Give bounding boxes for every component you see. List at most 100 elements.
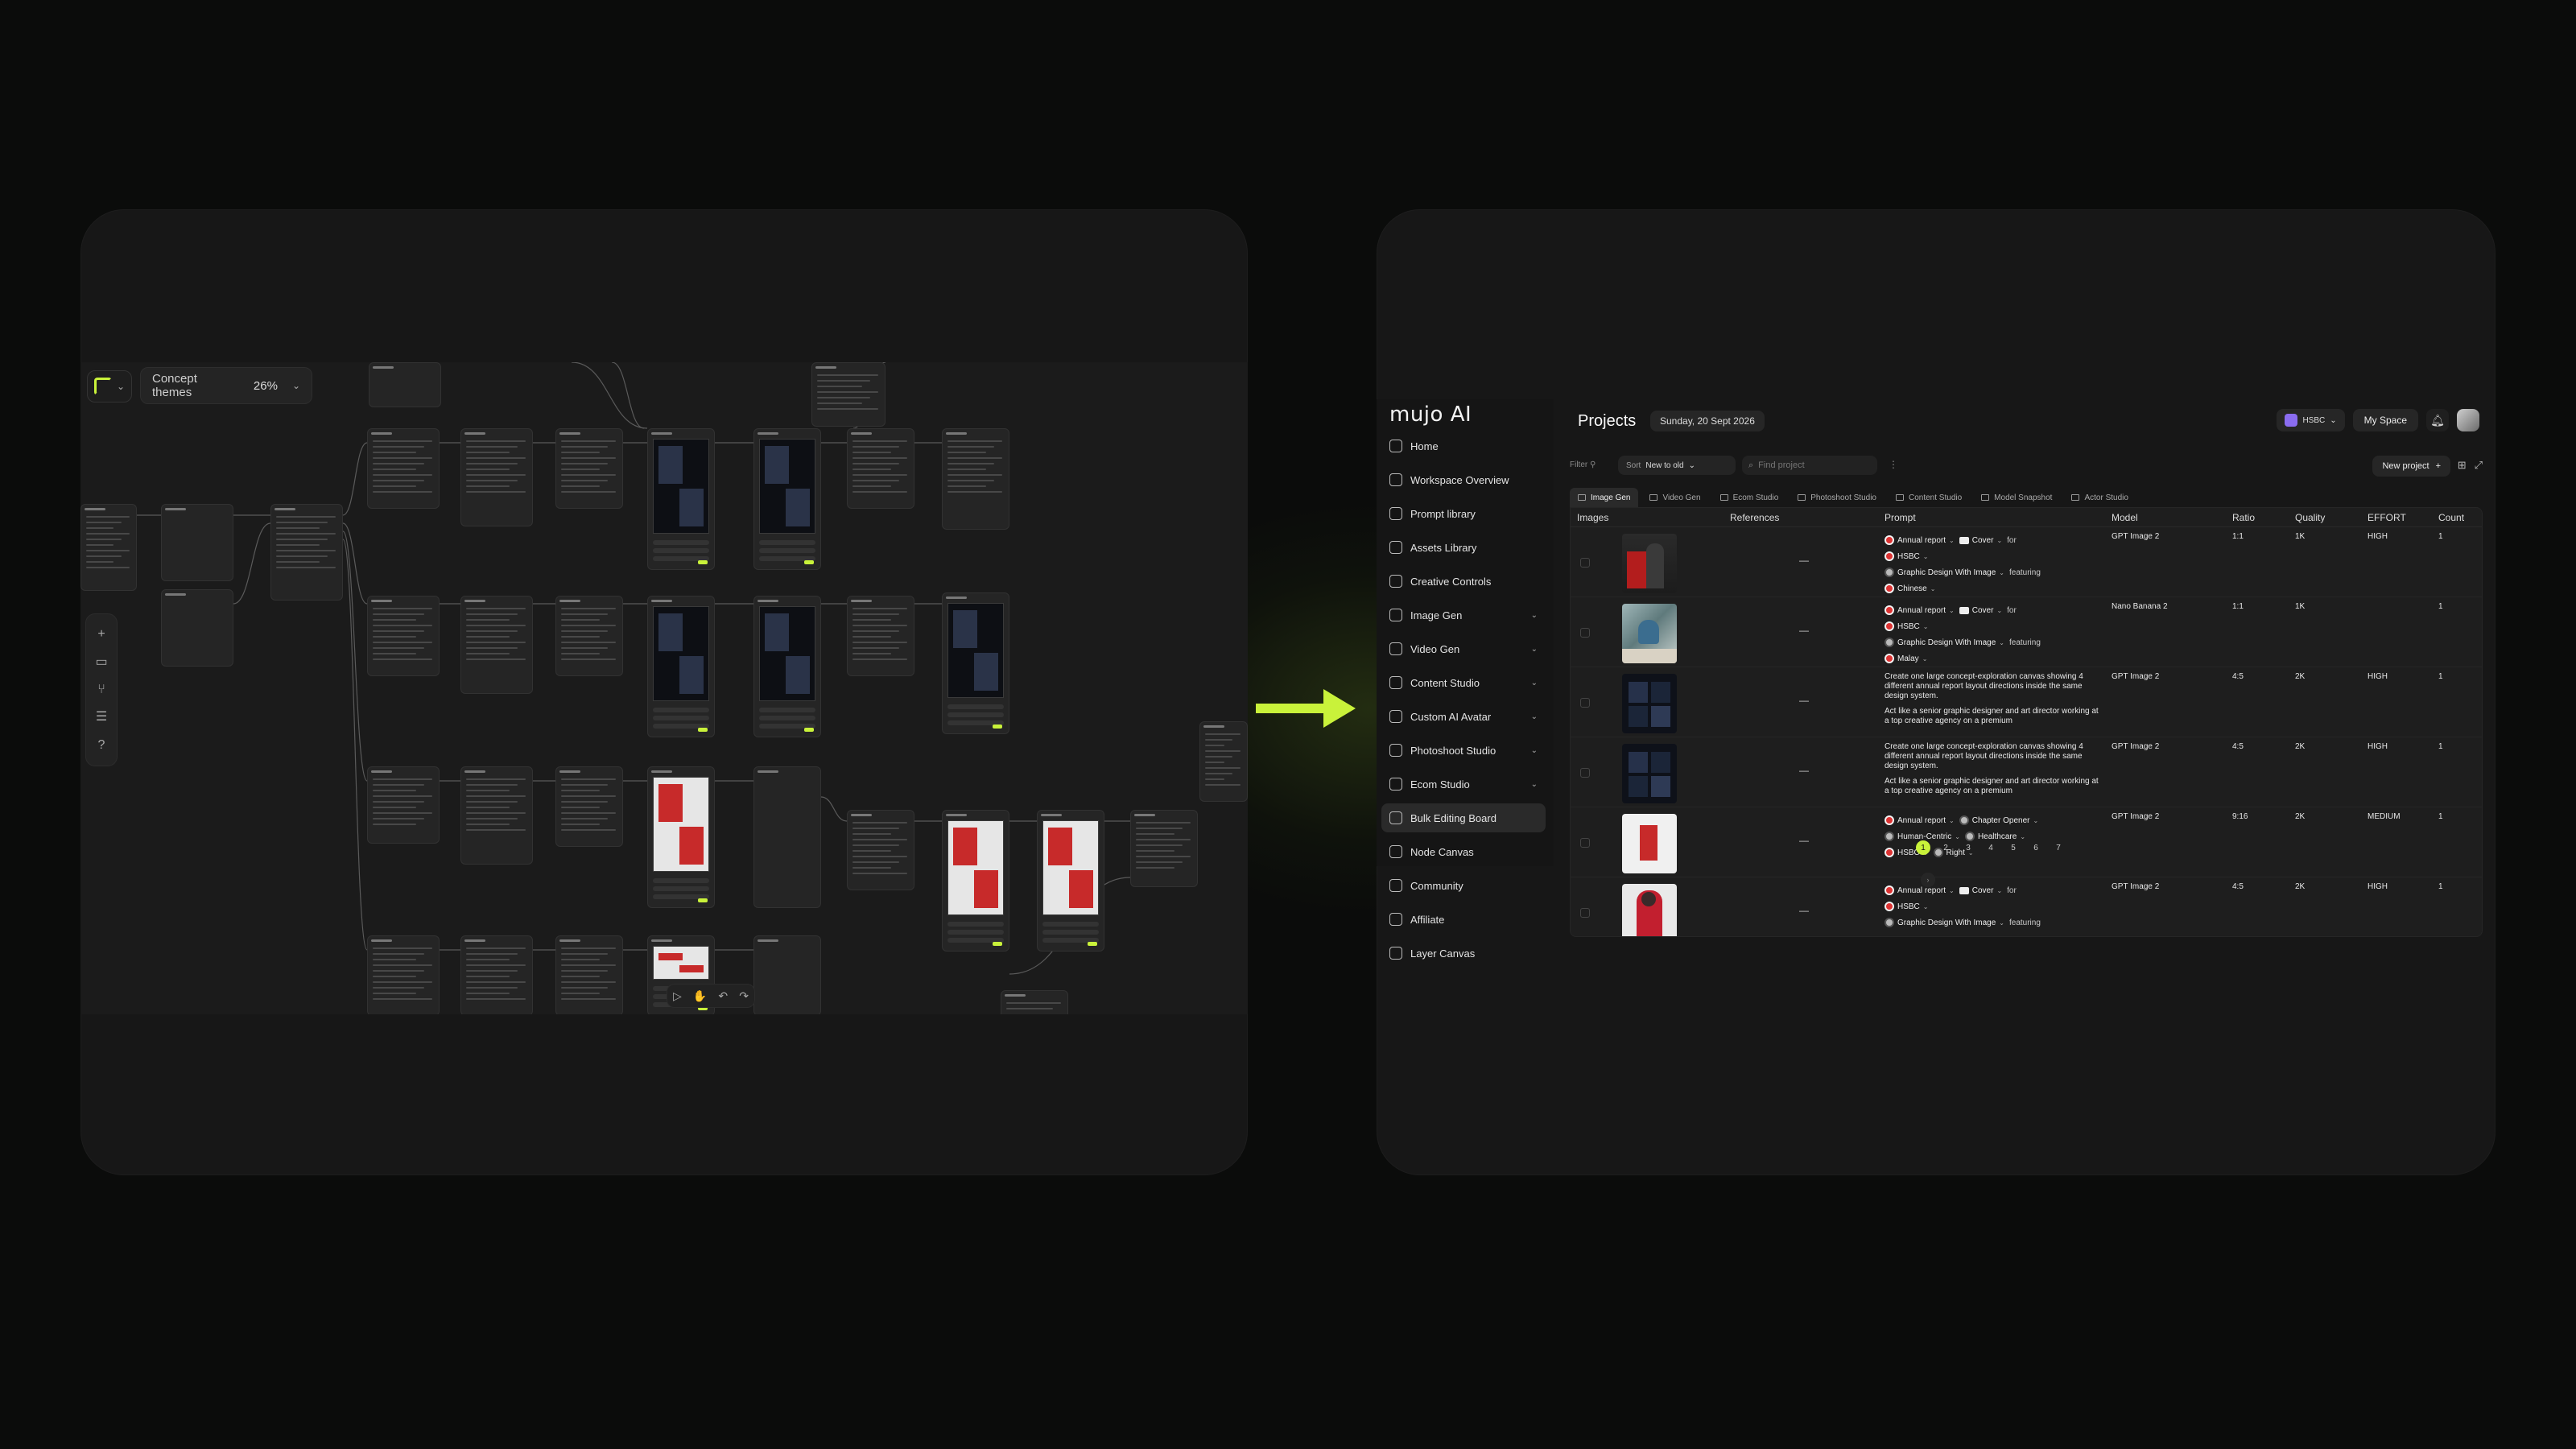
prompt-tag[interactable]: HSBC⌄ bbox=[1885, 902, 1929, 911]
image-thumbnail[interactable] bbox=[1622, 534, 1677, 593]
sidebar-item[interactable]: Video Gen ⌄ bbox=[1381, 634, 1546, 663]
tab-content-studio[interactable]: Content Studio bbox=[1888, 488, 1970, 507]
prompt-cell[interactable]: Annual report ⌄ Cover ⌄ for HSBC ⌄ Graphic Desi… bbox=[1878, 527, 2105, 597]
page-number[interactable]: 4 bbox=[1984, 840, 1998, 855]
expand-icon[interactable]: ⤢ bbox=[2475, 459, 2483, 472]
quality-cell[interactable]: 1K bbox=[2289, 597, 2361, 667]
row-checkbox[interactable] bbox=[1580, 838, 1590, 848]
canvas-node[interactable] bbox=[367, 766, 440, 844]
canvas-node[interactable] bbox=[161, 504, 233, 581]
undo-icon[interactable]: ↶ bbox=[718, 989, 728, 1003]
image-thumbnail[interactable] bbox=[1622, 884, 1677, 936]
row-checkbox[interactable] bbox=[1580, 698, 1590, 708]
quality-cell[interactable]: 2K bbox=[2289, 737, 2361, 807]
sidebar-item[interactable]: Prompt library bbox=[1381, 499, 1546, 528]
canvas-node[interactable] bbox=[460, 428, 533, 526]
canvas-node[interactable] bbox=[1001, 990, 1068, 1014]
canvas-node[interactable] bbox=[460, 935, 533, 1014]
canvas-node[interactable] bbox=[1199, 721, 1248, 802]
tab-photoshoot-studio[interactable]: Photoshoot Studio bbox=[1790, 488, 1885, 507]
prompt-tag[interactable]: Annual report ⌄ bbox=[1885, 886, 1955, 895]
prompt-tag[interactable]: HSBC⌄ bbox=[1885, 621, 1929, 631]
canvas-node[interactable] bbox=[942, 810, 1009, 952]
sidebar-item[interactable]: Affiliate bbox=[1381, 905, 1546, 934]
canvas-node[interactable] bbox=[270, 504, 343, 601]
page-number[interactable]: 2 bbox=[1938, 840, 1953, 855]
row-checkbox[interactable] bbox=[1580, 558, 1590, 568]
sidebar-item[interactable]: Image Gen ⌄ bbox=[1381, 601, 1546, 630]
tab-video-gen[interactable]: Video Gen bbox=[1641, 488, 1708, 507]
count-cell[interactable]: 1 bbox=[2432, 667, 2482, 737]
table-row[interactable]: — Annual report ⌄ Cover ⌄ for HSBC ⌄ Graphic Des… bbox=[1571, 877, 2482, 936]
prompt-tag[interactable]: Annual report ⌄ bbox=[1885, 815, 1955, 825]
add-icon[interactable]: + bbox=[97, 628, 105, 641]
canvas-node[interactable] bbox=[647, 428, 715, 570]
zoom-level[interactable]: 26% bbox=[254, 379, 278, 393]
prompt-tag[interactable]: Annual report ⌄ bbox=[1885, 535, 1955, 545]
bell-icon[interactable]: 🔔︎ bbox=[2426, 409, 2449, 431]
prompt-tag[interactable]: Graphic Design With Image ⌄ bbox=[1885, 638, 2004, 647]
table-row[interactable]: — Annual report ⌄ Cover ⌄ for HSBC ⌄ Graphic Des… bbox=[1571, 597, 2482, 667]
more-options-icon[interactable]: ⋮ bbox=[1889, 459, 1898, 470]
quality-cell[interactable]: 2K bbox=[2289, 667, 2361, 737]
canvas-node[interactable] bbox=[753, 935, 821, 1014]
prompt-cell[interactable]: Create one large concept-exploration can… bbox=[1878, 737, 2105, 807]
ratio-cell[interactable]: 9:16 bbox=[2226, 807, 2289, 877]
new-project-button[interactable]: New project + bbox=[2372, 456, 2450, 477]
sidebar-item[interactable]: Home bbox=[1381, 431, 1546, 460]
row-checkbox[interactable] bbox=[1580, 908, 1590, 918]
ratio-cell[interactable]: 1:1 bbox=[2226, 527, 2289, 597]
page-number[interactable]: 6 bbox=[2029, 840, 2043, 855]
pointer-icon[interactable]: ▷ bbox=[673, 989, 682, 1003]
prompt-cell[interactable]: Annual report ⌄ Cover ⌄ for HSBC ⌄ Graphic Desi… bbox=[1878, 877, 2105, 936]
canvas-node[interactable] bbox=[647, 596, 715, 737]
tab-image-gen[interactable]: Image Gen bbox=[1570, 488, 1639, 507]
canvas-node[interactable] bbox=[847, 596, 914, 676]
image-thumbnail[interactable] bbox=[1622, 604, 1677, 663]
effort-cell[interactable]: MEDIUM bbox=[2361, 807, 2432, 877]
page-number[interactable]: 1 bbox=[1916, 840, 1930, 855]
canvas-node[interactable] bbox=[460, 766, 533, 865]
flow-icon[interactable]: ⑂ bbox=[97, 683, 105, 696]
sidebar-item[interactable]: Photoshoot Studio ⌄ bbox=[1381, 736, 1546, 765]
table-row[interactable]: — Create one large concept-exploration ca… bbox=[1571, 737, 2482, 807]
table-row[interactable]: — Annual report ⌄ Cover ⌄ for HSBC ⌄ Graphic Des… bbox=[1571, 527, 2482, 597]
model-cell[interactable]: GPT Image 2 bbox=[2105, 737, 2226, 807]
model-cell[interactable]: GPT Image 2 bbox=[2105, 877, 2226, 936]
prompt-tag[interactable]: Graphic Design With Image ⌄ bbox=[1885, 918, 2004, 927]
avatar[interactable] bbox=[2457, 409, 2479, 431]
ratio-cell[interactable]: 4:5 bbox=[2226, 877, 2289, 936]
canvas-node[interactable] bbox=[811, 362, 886, 427]
sidebar-item[interactable]: Layer Canvas bbox=[1381, 939, 1546, 968]
ratio-cell[interactable]: 4:5 bbox=[2226, 737, 2289, 807]
canvas-node[interactable] bbox=[555, 596, 623, 676]
ratio-cell[interactable]: 1:1 bbox=[2226, 597, 2289, 667]
canvas-node[interactable] bbox=[367, 935, 440, 1014]
prompt-tag[interactable]: Chapter Opener ⌄ bbox=[1959, 815, 2038, 825]
canvas-node[interactable] bbox=[753, 428, 821, 570]
prompt-tag[interactable]: Malay ⌄ bbox=[1885, 654, 1927, 663]
sidebar-item[interactable]: Node Canvas bbox=[1381, 837, 1546, 866]
my-space-button[interactable]: My Space bbox=[2352, 409, 2418, 431]
logo-menu-button[interactable]: ⌄ bbox=[87, 370, 132, 402]
canvas-node[interactable] bbox=[369, 362, 441, 407]
quality-cell[interactable]: 1K bbox=[2289, 527, 2361, 597]
canvas-node[interactable] bbox=[753, 596, 821, 737]
sidebar-item[interactable]: Bulk Editing Board bbox=[1381, 803, 1546, 832]
canvas-node[interactable] bbox=[847, 810, 914, 890]
tab-actor-studio[interactable]: Actor Studio bbox=[2063, 488, 2136, 507]
sidebar-item[interactable]: Custom AI Avatar ⌄ bbox=[1381, 702, 1546, 731]
effort-cell[interactable]: HIGH bbox=[2361, 667, 2432, 737]
table-row[interactable]: — Create one large concept-exploration ca… bbox=[1571, 667, 2482, 737]
list-icon[interactable]: ☰ bbox=[96, 711, 107, 724]
sidebar-item[interactable]: Workspace Overview bbox=[1381, 465, 1546, 494]
canvas-node[interactable] bbox=[555, 428, 623, 509]
effort-cell[interactable]: HIGH bbox=[2361, 527, 2432, 597]
canvas-node[interactable] bbox=[555, 935, 623, 1014]
prompt-tag[interactable]: Cover ⌄ bbox=[1959, 606, 2002, 615]
prompt-cell[interactable]: Annual report ⌄ Cover ⌄ for HSBC ⌄ Graphic Desi… bbox=[1878, 597, 2105, 667]
model-cell[interactable]: GPT Image 2 bbox=[2105, 807, 2226, 877]
image-thumbnail[interactable] bbox=[1622, 674, 1677, 733]
folder-icon[interactable]: ▭ bbox=[95, 655, 107, 669]
prompt-tag[interactable]: Graphic Design With Image ⌄ bbox=[1885, 568, 2004, 577]
